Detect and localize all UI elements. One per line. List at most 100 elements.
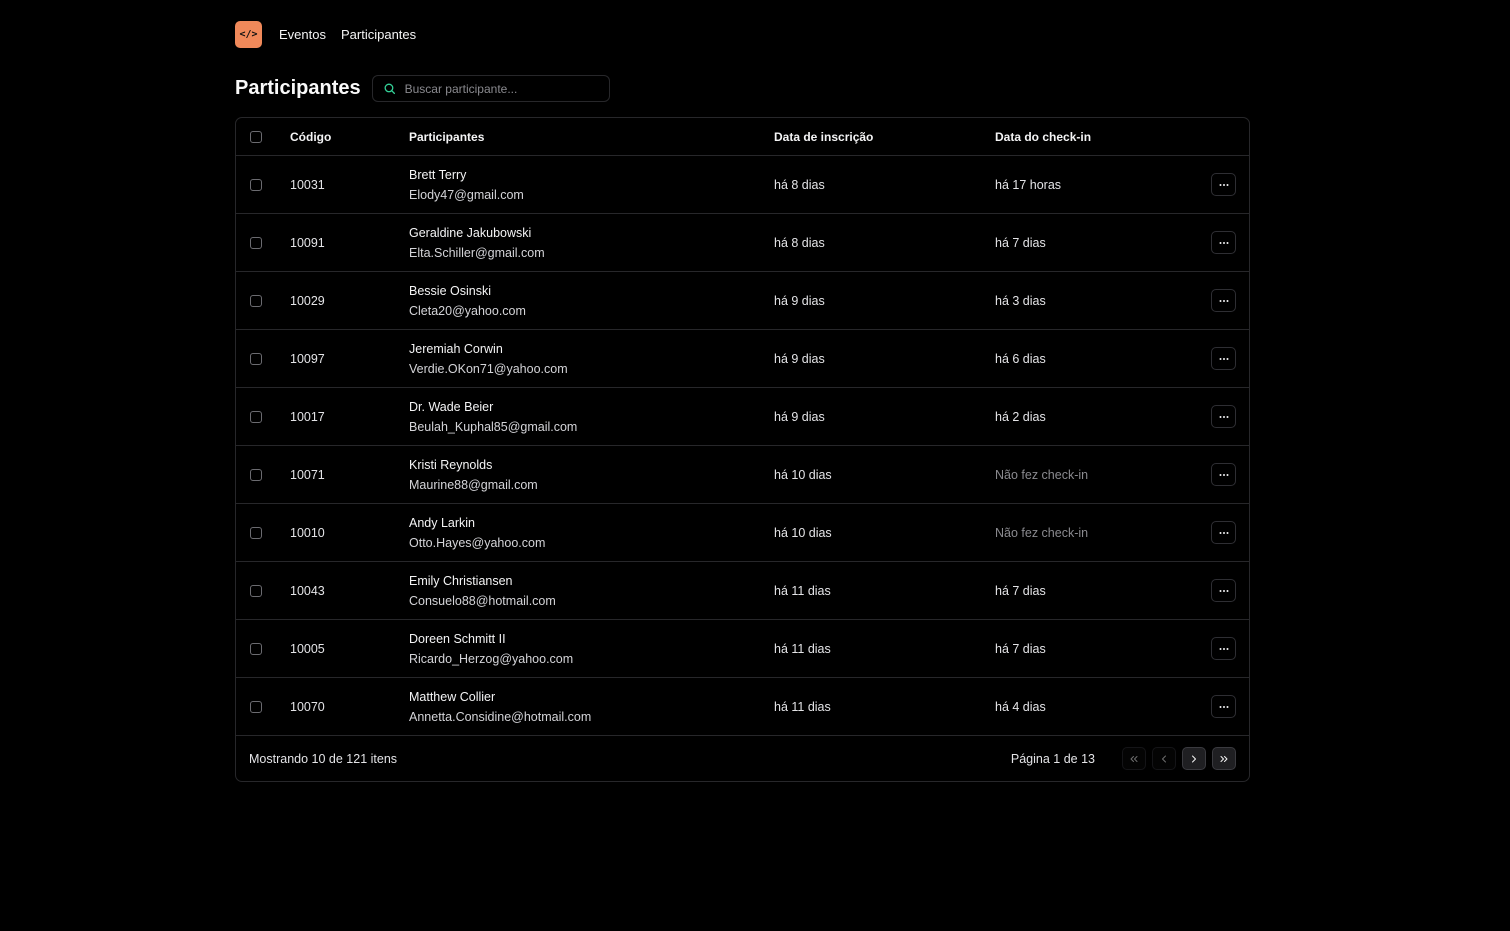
participant-code: 10010 (290, 525, 325, 540)
more-horizontal-icon (1219, 299, 1228, 302)
row-checkbox[interactable] (250, 294, 262, 307)
nav-link-eventos[interactable]: Eventos (279, 27, 326, 42)
row-select-cell (236, 236, 290, 249)
more-horizontal-icon (1219, 705, 1228, 708)
row-actions-button[interactable] (1211, 637, 1236, 660)
row-actions-button[interactable] (1211, 173, 1236, 196)
first-page-button[interactable] (1122, 747, 1146, 770)
row-checkbox[interactable] (250, 410, 262, 423)
participant-email: Annetta.Considine@hotmail.com (409, 709, 592, 724)
header-code: Código (290, 129, 332, 144)
subscription-date: há 8 dias (774, 177, 825, 192)
participant-code: 10097 (290, 351, 325, 366)
participant-email: Elta.Schiller@gmail.com (409, 245, 545, 260)
row-actions-cell (1185, 463, 1249, 486)
participant-name: Matthew Collier (409, 689, 496, 704)
page-title: Participantes (235, 77, 361, 99)
table-row: 10091 Geraldine Jakubowski Elta.Schiller@g… (236, 214, 1249, 272)
participant-cell: Jeremiah Corwin Verdie.OKon71@yahoo.com (409, 339, 774, 379)
participant-code: 10091 (290, 235, 325, 250)
search-box[interactable] (371, 75, 610, 102)
chevrons-left-icon (1130, 755, 1138, 762)
row-actions-cell (1185, 231, 1249, 254)
row-select-cell (236, 584, 290, 597)
header-checkin: Data do check-in (995, 129, 1092, 144)
top-nav: </> Eventos Participantes (235, 0, 1251, 68)
row-checkbox[interactable] (250, 236, 262, 249)
participants-table: Código Participantes Data de inscrição D… (235, 117, 1250, 782)
subscription-date: há 11 dias (774, 699, 831, 714)
table-footer: Mostrando 10 de 121 itens Página 1 de 13 (236, 736, 1249, 781)
checkin-date: Não fez check-in (995, 525, 1089, 540)
row-checkbox[interactable] (250, 584, 262, 597)
participant-code: 10070 (290, 699, 325, 714)
row-actions-button[interactable] (1211, 579, 1236, 602)
row-select-cell (236, 410, 290, 423)
header-participants: Participantes (409, 129, 485, 144)
table-row: 10071 Kristi Reynolds Maurine88@gmail.com h… (236, 446, 1249, 504)
next-page-button[interactable] (1182, 747, 1206, 770)
row-actions-cell (1185, 695, 1249, 718)
participant-email: Otto.Hayes@yahoo.com (409, 535, 546, 550)
header-subscribed: Data de inscrição (774, 129, 874, 144)
participant-email: Consuelo88@hotmail.com (409, 593, 556, 608)
participant-name: Doreen Schmitt II (409, 631, 506, 646)
row-actions-button[interactable] (1211, 695, 1236, 718)
subscription-date: há 11 dias (774, 583, 831, 598)
row-actions-button[interactable] (1211, 463, 1236, 486)
participant-email: Verdie.OKon71@yahoo.com (409, 361, 568, 376)
participant-email: Maurine88@gmail.com (409, 477, 538, 492)
row-checkbox[interactable] (250, 642, 262, 655)
row-actions-cell (1185, 347, 1249, 370)
row-actions-cell (1185, 289, 1249, 312)
participant-name: Andy Larkin (409, 515, 476, 530)
more-horizontal-icon (1219, 589, 1228, 592)
participant-cell: Doreen Schmitt II Ricardo_Herzog@yahoo.co… (409, 629, 774, 669)
participant-code: 10029 (290, 293, 325, 308)
items-count: Mostrando 10 de 121 itens (249, 751, 398, 766)
table-row: 10029 Bessie Osinski Cleta20@yahoo.com há 9… (236, 272, 1249, 330)
search-input[interactable] (404, 81, 595, 96)
row-actions-cell (1185, 173, 1249, 196)
table-row: 10031 Brett Terry Elody47@gmail.com há 8 di… (236, 156, 1249, 214)
checkin-date: há 4 dias (995, 699, 1046, 714)
row-actions-button[interactable] (1211, 231, 1236, 254)
participant-cell: Matthew Collier Annetta.Considine@hotmail… (409, 687, 774, 727)
participant-email: Elody47@gmail.com (409, 187, 524, 202)
checkin-date: há 6 dias (995, 351, 1046, 366)
row-actions-button[interactable] (1211, 521, 1236, 544)
nav-link-participantes[interactable]: Participantes (341, 27, 416, 42)
row-actions-button[interactable] (1211, 405, 1236, 428)
participant-cell: Kristi Reynolds Maurine88@gmail.com (409, 455, 774, 495)
checkin-date: há 7 dias (995, 583, 1046, 598)
row-checkbox[interactable] (250, 178, 262, 191)
row-select-cell (236, 468, 290, 481)
participant-code: 10043 (290, 583, 325, 598)
previous-page-button[interactable] (1152, 747, 1176, 770)
table-body: 10031 Brett Terry Elody47@gmail.com há 8 di… (236, 156, 1249, 736)
table-row: 10043 Emily Christiansen Consuelo88@hotmai… (236, 562, 1249, 620)
table-row: 10010 Andy Larkin Otto.Hayes@yahoo.com há 1… (236, 504, 1249, 562)
row-actions-button[interactable] (1211, 347, 1236, 370)
subscription-date: há 11 dias (774, 641, 831, 656)
table-row: 10017 Dr. Wade Beier Beulah_Kuphal85@gmail… (236, 388, 1249, 446)
row-actions-button[interactable] (1211, 289, 1236, 312)
row-checkbox[interactable] (250, 526, 262, 539)
row-actions-cell (1185, 579, 1249, 602)
row-checkbox[interactable] (250, 352, 262, 365)
select-all-cell (236, 130, 290, 143)
checkin-date: há 7 dias (995, 641, 1046, 656)
row-checkbox[interactable] (250, 700, 262, 713)
row-select-cell (236, 352, 290, 365)
participant-name: Bessie Osinski (409, 283, 491, 298)
last-page-button[interactable] (1212, 747, 1236, 770)
more-horizontal-icon (1219, 473, 1228, 476)
select-all-checkbox[interactable] (250, 130, 262, 143)
participant-name: Dr. Wade Beier (409, 399, 494, 414)
more-horizontal-icon (1219, 647, 1228, 650)
participant-code: 10017 (290, 409, 325, 424)
row-select-cell (236, 294, 290, 307)
row-checkbox[interactable] (250, 468, 262, 481)
search-icon (384, 83, 395, 95)
app-container: </> Eventos Participantes Participantes … (235, 0, 1251, 782)
